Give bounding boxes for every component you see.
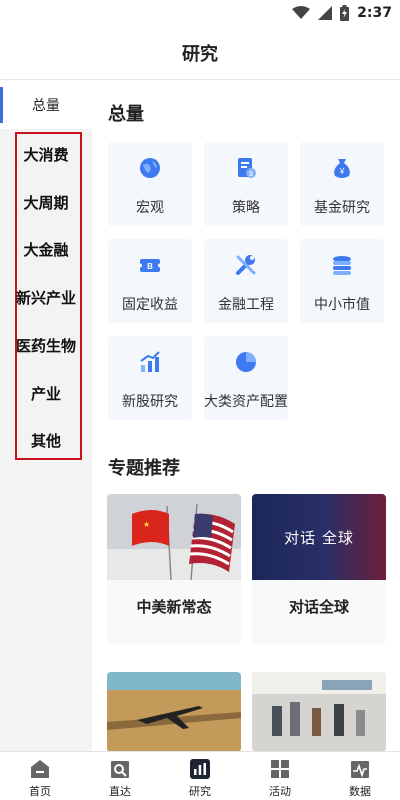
sidebar-item-daxiaofei[interactable]: 大消费: [0, 139, 92, 169]
category-sidebar: 总量 大消费 大周期 大金融 新兴产业 医药生物 产业 其他: [0, 81, 92, 751]
research-chart-icon: [190, 759, 210, 779]
svg-text:B: B: [147, 262, 153, 271]
globe-icon: [140, 158, 160, 178]
ticket-icon: B: [138, 259, 162, 272]
tile-label: 金融工程: [218, 297, 274, 313]
topic-card[interactable]: 对话 全球 对话全球: [252, 494, 386, 644]
signal-icon: [318, 6, 333, 20]
tile-label: 新股研究: [122, 394, 178, 410]
topic-card[interactable]: [252, 672, 386, 752]
tile-financial-engineering[interactable]: 金融工程: [204, 239, 288, 323]
tile-label: 策略: [232, 200, 260, 216]
tile-label: 大类资产配置: [204, 394, 288, 410]
sidebar-item-label: 总量: [32, 98, 60, 114]
tile-macro[interactable]: 宏观: [108, 142, 192, 226]
nav-data[interactable]: 数据: [330, 756, 390, 798]
tile-ipo-research[interactable]: 新股研究: [108, 336, 192, 420]
nav-label: 活动: [269, 785, 291, 798]
nav-activity[interactable]: 活动: [250, 756, 310, 798]
money-bag-icon: ¥: [334, 159, 350, 178]
sidebar-item-dajinrong[interactable]: 大金融: [0, 234, 92, 264]
topic-card-title: 中美新常态: [136, 598, 212, 616]
page-header: 研究: [0, 26, 400, 80]
nav-home[interactable]: 首页: [10, 756, 70, 798]
svg-text:$: $: [249, 171, 253, 178]
nav-direct[interactable]: 直达: [90, 756, 150, 798]
airport-image: [252, 672, 386, 752]
tile-asset-allocation[interactable]: 大类资产配置: [204, 336, 288, 420]
tile-fixed-income[interactable]: B 固定收益: [108, 239, 192, 323]
wifi-icon: [292, 6, 311, 19]
sidebar-item-zongliang[interactable]: 总量: [0, 81, 92, 129]
image-caption: 对话 全球: [284, 528, 354, 547]
tile-fund-research[interactable]: ¥ 基金研究: [300, 142, 384, 226]
tile-label: 宏观: [136, 200, 164, 216]
search-box-icon: [111, 761, 129, 778]
sidebar-item-yiyaoshengwu[interactable]: 医药生物: [0, 330, 92, 360]
status-time: 2:37: [357, 5, 392, 21]
section-title: 总量: [108, 104, 144, 125]
topic-card-title: 对话全球: [288, 598, 349, 616]
nav-label: 研究: [189, 785, 211, 798]
tile-label: 基金研究: [314, 200, 370, 216]
sidebar-item-chanye[interactable]: 产业: [0, 378, 92, 408]
sidebar-item-qita[interactable]: 其他: [0, 425, 92, 455]
grid-icon: [271, 760, 289, 778]
svg-text:★: ★: [143, 520, 150, 529]
nav-label: 直达: [109, 785, 131, 798]
wrench-icon: [236, 255, 256, 275]
nav-research[interactable]: 研究: [170, 756, 230, 798]
tile-label: 固定收益: [122, 297, 178, 313]
flags-image: ★: [107, 494, 241, 580]
coin-stack-icon: [333, 256, 351, 275]
dialogue-global-image: 对话 全球: [252, 494, 386, 580]
sidebar-item-xinxingchanye[interactable]: 新兴产业: [0, 282, 92, 312]
home-icon: [31, 760, 49, 778]
page-title: 研究: [182, 43, 218, 65]
pie-chart-icon: [236, 352, 256, 372]
document-icon: $: [238, 158, 256, 178]
tile-strategy[interactable]: $ 策略: [204, 142, 288, 226]
topics-title: 专题推荐: [108, 458, 180, 479]
topic-card[interactable]: ★ 中美新常态: [107, 494, 241, 644]
tile-small-mid-cap[interactable]: 中小市值: [300, 239, 384, 323]
topic-card[interactable]: [107, 672, 241, 752]
bar-chart-icon: [140, 351, 160, 372]
status-bar: 2:37: [0, 0, 400, 26]
sidebar-item-dazhouqi[interactable]: 大周期: [0, 187, 92, 217]
airplane-image: [107, 672, 241, 752]
tile-label: 中小市值: [314, 297, 370, 313]
data-wave-icon: [351, 761, 369, 778]
nav-label: 首页: [29, 785, 51, 798]
battery-icon: [340, 5, 350, 21]
nav-label: 数据: [349, 785, 371, 798]
svg-text:¥: ¥: [339, 167, 345, 176]
bottom-navigation: 首页 直达 研究 活动 数据: [0, 751, 400, 800]
status-icons: 2:37: [292, 3, 392, 23]
